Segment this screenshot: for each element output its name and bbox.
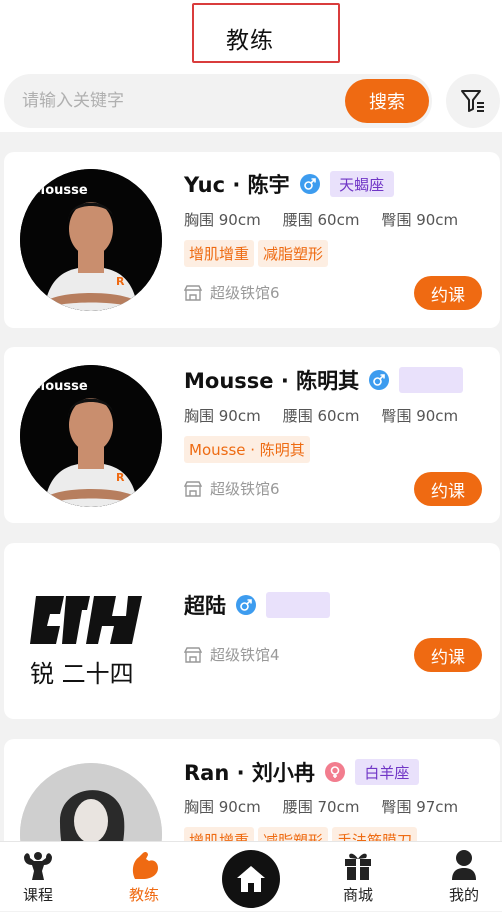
female-icon <box>324 762 345 782</box>
book-class-button[interactable]: 约课 <box>414 276 482 310</box>
male-icon <box>369 370 390 390</box>
coach-name-row: 超陆 <box>184 590 330 620</box>
coach-name: Mousse · 陈明其 <box>184 369 360 393</box>
gift-icon <box>345 853 371 880</box>
zodiac-badge <box>399 367 464 393</box>
tab-coaches[interactable]: 教练 <box>94 842 194 912</box>
book-class-button[interactable]: 约课 <box>414 472 482 506</box>
tag: 减脂塑形 <box>258 240 329 267</box>
coach-avatar: R •Mousse <box>20 365 162 507</box>
coach-name-row: Mousse · 陈明其 <box>184 365 464 395</box>
tag: 增肌增重 <box>184 240 255 267</box>
gym-name: 超级铁馆6 <box>210 284 280 302</box>
tag: Mousse · 陈明其 <box>184 436 310 463</box>
coach-measurements: 胸围 90cm 腰围 70cm 臀围 97cm <box>184 796 480 817</box>
coach-name: Yuc · 陈宇 <box>184 173 290 197</box>
search-button[interactable]: 搜索 <box>345 79 429 123</box>
coach-measurements: 胸围 90cm 腰围 60cm 臀围 90cm <box>184 405 480 426</box>
coach-avatar: 锐 二十四 <box>20 560 162 702</box>
chest-measure: 胸围 90cm <box>184 407 261 425</box>
coach-card[interactable]: Ran · 刘小冉 白羊座 胸围 90cm 腰围 70cm 臀围 97cm 增肌… <box>4 739 500 841</box>
tab-home[interactable] <box>222 850 280 908</box>
bottom-tab-bar: 课程 教练 商城 我的 <box>0 841 502 911</box>
coach-card[interactable]: 锐 二十四 超陆 超级铁馆4 约课 <box>4 543 500 719</box>
tab-label: 课程 <box>22 886 53 904</box>
coach-name-row: Ran · 刘小冉 白羊座 <box>184 757 419 787</box>
flexed-arm-icon <box>132 851 158 879</box>
waist-measure: 腰围 70cm <box>282 798 360 816</box>
hip-measure: 臀围 90cm <box>381 407 459 425</box>
hip-measure: 臀围 97cm <box>381 798 459 816</box>
coach-tags: 增肌增重 减脂塑形 <box>184 240 332 267</box>
svg-text:R: R <box>116 275 125 288</box>
coach-gym: 超级铁馆6 <box>184 282 280 303</box>
chest-measure: 胸围 90cm <box>184 211 261 229</box>
coach-name: 超陆 <box>184 594 226 618</box>
zodiac-badge <box>266 592 330 618</box>
chest-measure: 胸围 90cm <box>184 798 261 816</box>
zodiac-badge: 天蝎座 <box>329 171 394 197</box>
filter-icon <box>461 90 484 112</box>
book-class-button[interactable]: 约课 <box>414 638 482 672</box>
waist-measure: 腰围 60cm <box>282 407 360 425</box>
tag: 增肌增重 <box>184 827 255 841</box>
user-icon <box>452 850 476 880</box>
tab-label: 商城 <box>342 886 373 904</box>
gym-name: 超级铁馆4 <box>210 646 280 664</box>
tab-label: 教练 <box>128 886 159 904</box>
avatar-watermark: •Mousse <box>24 379 88 394</box>
coach-name: Ran · 刘小冉 <box>184 761 315 785</box>
male-icon <box>299 174 320 194</box>
coach-avatar: R •Mousse <box>20 169 162 311</box>
muscle-figure-icon <box>24 852 52 880</box>
coach-card[interactable]: R •Mousse Yuc · 陈宇 天蝎座 胸围 90cm 腰围 60cm 臀… <box>4 152 500 328</box>
tab-label: 我的 <box>448 886 479 904</box>
coach-tags: 增肌增重 减脂塑形 手法筋膜刀 <box>184 827 421 841</box>
tab-mine[interactable]: 我的 <box>414 842 502 912</box>
avatar-watermark: •Mousse <box>24 183 88 198</box>
tag: 减脂塑形 <box>258 827 329 841</box>
svg-text:R: R <box>116 471 125 484</box>
store-icon <box>184 480 202 497</box>
gym-name: 超级铁馆6 <box>210 480 280 498</box>
male-icon <box>236 595 256 615</box>
coach-list[interactable]: R •Mousse Yuc · 陈宇 天蝎座 胸围 90cm 腰围 60cm 臀… <box>0 132 502 841</box>
coach-card[interactable]: R •Mousse Mousse · 陈明其 胸围 90cm 腰围 60cm 臀… <box>4 347 500 523</box>
filter-button[interactable] <box>446 74 500 128</box>
title-highlight-box: 教练 <box>192 3 340 63</box>
store-icon <box>184 284 202 301</box>
search-input[interactable] <box>22 86 322 116</box>
coach-gym: 超级铁馆6 <box>184 478 280 499</box>
hip-measure: 臀围 90cm <box>381 211 459 229</box>
coach-avatar <box>20 763 162 841</box>
coach-gym: 超级铁馆4 <box>184 644 280 665</box>
tab-courses[interactable]: 课程 <box>0 842 88 912</box>
coach-tags: Mousse · 陈明其 <box>184 436 314 463</box>
tab-mall[interactable]: 商城 <box>308 842 408 912</box>
coach-name-row: Yuc · 陈宇 天蝎座 <box>184 169 394 199</box>
header: 教练 搜索 <box>0 0 502 132</box>
avatar-logo-text: 锐 二十四 <box>30 660 134 688</box>
zodiac-badge: 白羊座 <box>354 759 419 785</box>
coach-measurements: 胸围 90cm 腰围 60cm 臀围 90cm <box>184 209 480 230</box>
page-title: 教练 <box>226 28 274 54</box>
waist-measure: 腰围 60cm <box>282 211 360 229</box>
store-icon <box>184 646 202 663</box>
tag: 手法筋膜刀 <box>332 827 418 841</box>
search-bar: 搜索 <box>4 74 432 128</box>
home-icon <box>237 866 265 892</box>
